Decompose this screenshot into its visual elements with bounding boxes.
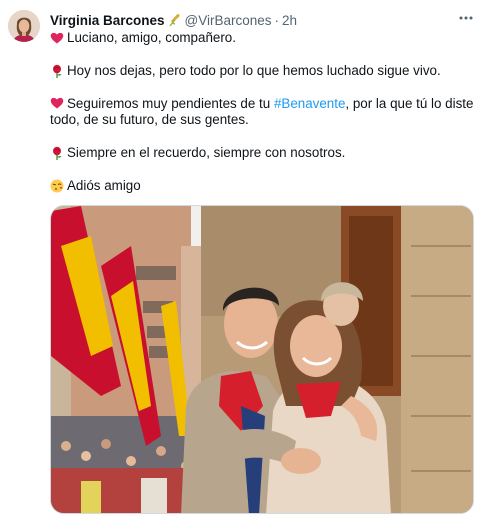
tweet-timestamp[interactable]: 2h — [282, 13, 297, 28]
tweet-line-text: Hoy nos dejas, pero todo por lo que hemo… — [67, 63, 441, 78]
face-blowing-kiss-emoji — [50, 179, 64, 193]
tweet-line-text: Siempre en el recuerdo, siempre con noso… — [67, 145, 346, 160]
avatar[interactable] — [8, 10, 40, 42]
hashtag-link[interactable]: #Benavente — [274, 96, 345, 111]
tweet-line-2: Hoy nos dejas, pero todo por lo que hemo… — [50, 63, 476, 79]
photo-icon — [51, 206, 473, 513]
rose-emoji — [50, 64, 64, 78]
tweet-line-text: Luciano, amigo, compañero. — [67, 30, 236, 45]
tweet-line-5: Adiós amigo — [50, 178, 476, 194]
avatar-photo — [8, 10, 40, 42]
tweet-card[interactable]: Virginia Barcones @VirBarcones · 2h Luci — [0, 0, 490, 523]
tweet-line-text: Adiós amigo — [67, 178, 141, 193]
red-heart-emoji — [50, 96, 64, 110]
author-name[interactable]: Virginia Barcones — [50, 13, 165, 28]
tweet-photo[interactable] — [50, 205, 474, 514]
red-heart-emoji — [50, 31, 64, 45]
author-handle[interactable]: @VirBarcones — [185, 13, 272, 28]
tweet-line-4: Siempre en el recuerdo, siempre con noso… — [50, 145, 476, 161]
more-options-icon[interactable] — [456, 8, 476, 28]
tweet-text: Luciano, amigo, compañero. Hoy nos dejas… — [50, 30, 476, 194]
header-separator: · — [274, 12, 280, 28]
tweet-line-1: Luciano, amigo, compañero. — [50, 30, 476, 46]
tweet-line-3: Seguiremos muy pendientes de tu #Benaven… — [50, 96, 476, 128]
wheat-icon — [168, 13, 181, 27]
tweet-line-text: Seguiremos muy pendientes de tu — [67, 96, 274, 111]
rose-emoji — [50, 146, 64, 160]
tweet-header: Virginia Barcones @VirBarcones · 2h — [50, 11, 478, 29]
